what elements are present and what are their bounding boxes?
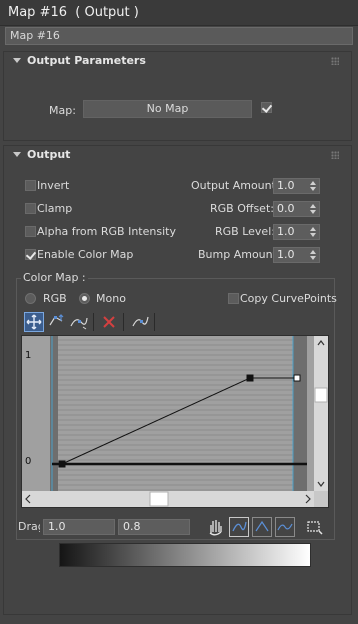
rgb-level-spinner[interactable]: 1.0 — [273, 224, 320, 240]
range-stripe-right — [293, 336, 307, 491]
curve-point — [246, 374, 254, 382]
collapse-arrow-icon — [13, 58, 21, 63]
invert-checkbox[interactable] — [25, 180, 36, 191]
alpha-from-rgb-checkbox[interactable] — [25, 226, 36, 237]
curve-toolbar — [23, 311, 329, 333]
vertical-scroll-thumb — [314, 387, 328, 403]
spinner-arrows-icon[interactable] — [310, 226, 316, 238]
graph-y-label-top: 1 — [25, 350, 32, 361]
delete-point-icon[interactable] — [99, 312, 119, 332]
bump-amount-value: 1.0 — [277, 248, 295, 261]
zoom-region-icon[interactable] — [304, 517, 324, 537]
output-rollout: Output Invert Clamp Alpha from RGB Inten… — [3, 145, 352, 615]
color-map-group: Color Map : RGB Mono Copy CurvePoints 1 … — [16, 271, 337, 540]
title-bar: Map #16 ( Output ) — [0, 0, 358, 26]
copy-curve-points-label: Copy CurvePoints — [240, 292, 337, 305]
output-parameters-rollout: Output Parameters Map: No Map — [3, 51, 352, 141]
alpha-from-rgb-label: Alpha from RGB Intensity — [37, 225, 176, 238]
curve-graph[interactable]: 1 0 — [21, 335, 329, 508]
rgb-radio[interactable] — [25, 293, 36, 304]
rgb-offset-label: RGB Offset: — [210, 202, 274, 215]
color-map-label: Color Map : — [21, 271, 88, 284]
range-stripe-left — [50, 336, 58, 491]
output-amount-spinner[interactable]: 1.0 — [273, 178, 320, 194]
map-enabled-checkbox[interactable] — [261, 102, 272, 113]
insert-point-icon[interactable] — [69, 312, 89, 332]
zoom-extents-icon[interactable] — [229, 517, 249, 537]
output-parameters-header[interactable]: Output Parameters — [4, 52, 351, 72]
drag-grip-icon[interactable] — [331, 57, 339, 65]
rgb-offset-spinner[interactable]: 0.0 — [273, 201, 320, 217]
reset-curve-icon[interactable] — [130, 312, 150, 332]
bump-amount-spinner[interactable]: 1.0 — [273, 247, 320, 263]
clamp-label: Clamp — [37, 202, 73, 215]
status-value-field-1[interactable]: 1.0 — [43, 519, 115, 535]
rgb-radio-label: RGB — [43, 292, 67, 305]
output-amount-value: 1.0 — [277, 179, 295, 192]
map-label: Map: — [49, 104, 76, 117]
zoom-vertical-icon[interactable] — [275, 517, 295, 537]
move-icon[interactable] — [24, 312, 44, 332]
window-title: Map #16 ( Output ) — [8, 5, 139, 20]
mono-radio-label: Mono — [96, 292, 126, 305]
vertical-scrollbar — [314, 336, 328, 491]
curve-line — [61, 377, 297, 465]
curve-graph-canvas[interactable] — [22, 336, 328, 507]
output-title: Output — [27, 148, 71, 161]
rgb-offset-value: 0.0 — [277, 202, 295, 215]
horizontal-scroll-thumb — [149, 491, 169, 507]
invert-label: Invert — [37, 179, 70, 192]
no-map-button[interactable]: No Map — [83, 100, 252, 118]
map-name-field[interactable]: Map #16 — [5, 27, 353, 45]
output-amount-label: Output Amount: — [191, 179, 280, 192]
curve-point — [293, 374, 301, 382]
graph-y-label-bottom: 0 — [25, 456, 32, 467]
scroll-corner — [314, 491, 328, 507]
copy-curve-points-checkbox[interactable] — [228, 293, 239, 304]
toolbar-separator — [123, 313, 124, 331]
enable-color-map-label: Enable Color Map — [37, 248, 134, 261]
collapse-arrow-icon — [13, 152, 21, 157]
bump-amount-label: Bump Amount: — [198, 248, 281, 261]
spinner-arrows-icon[interactable] — [310, 203, 316, 215]
enable-color-map-checkbox[interactable] — [25, 249, 36, 260]
spinner-arrows-icon[interactable] — [310, 249, 316, 261]
output-gradient-bar — [59, 543, 311, 567]
spinner-arrows-icon[interactable] — [310, 180, 316, 192]
rgb-level-label: RGB Level: — [215, 225, 275, 238]
output-parameters-title: Output Parameters — [27, 54, 146, 67]
drag-grip-icon[interactable] — [331, 151, 339, 159]
output-header[interactable]: Output — [4, 146, 351, 166]
toolbar-separator — [93, 313, 94, 331]
toolbar-separator — [154, 313, 155, 331]
status-value-field-2[interactable]: 0.8 — [118, 519, 190, 535]
curve-point — [58, 460, 66, 468]
pan-icon[interactable] — [205, 517, 225, 537]
clamp-checkbox[interactable] — [25, 203, 36, 214]
status-label: Drag — [18, 520, 40, 533]
scale-point-icon[interactable] — [47, 312, 67, 332]
rgb-level-value: 1.0 — [277, 225, 295, 238]
mono-radio[interactable] — [79, 293, 90, 304]
zoom-horizontal-icon[interactable] — [252, 517, 272, 537]
